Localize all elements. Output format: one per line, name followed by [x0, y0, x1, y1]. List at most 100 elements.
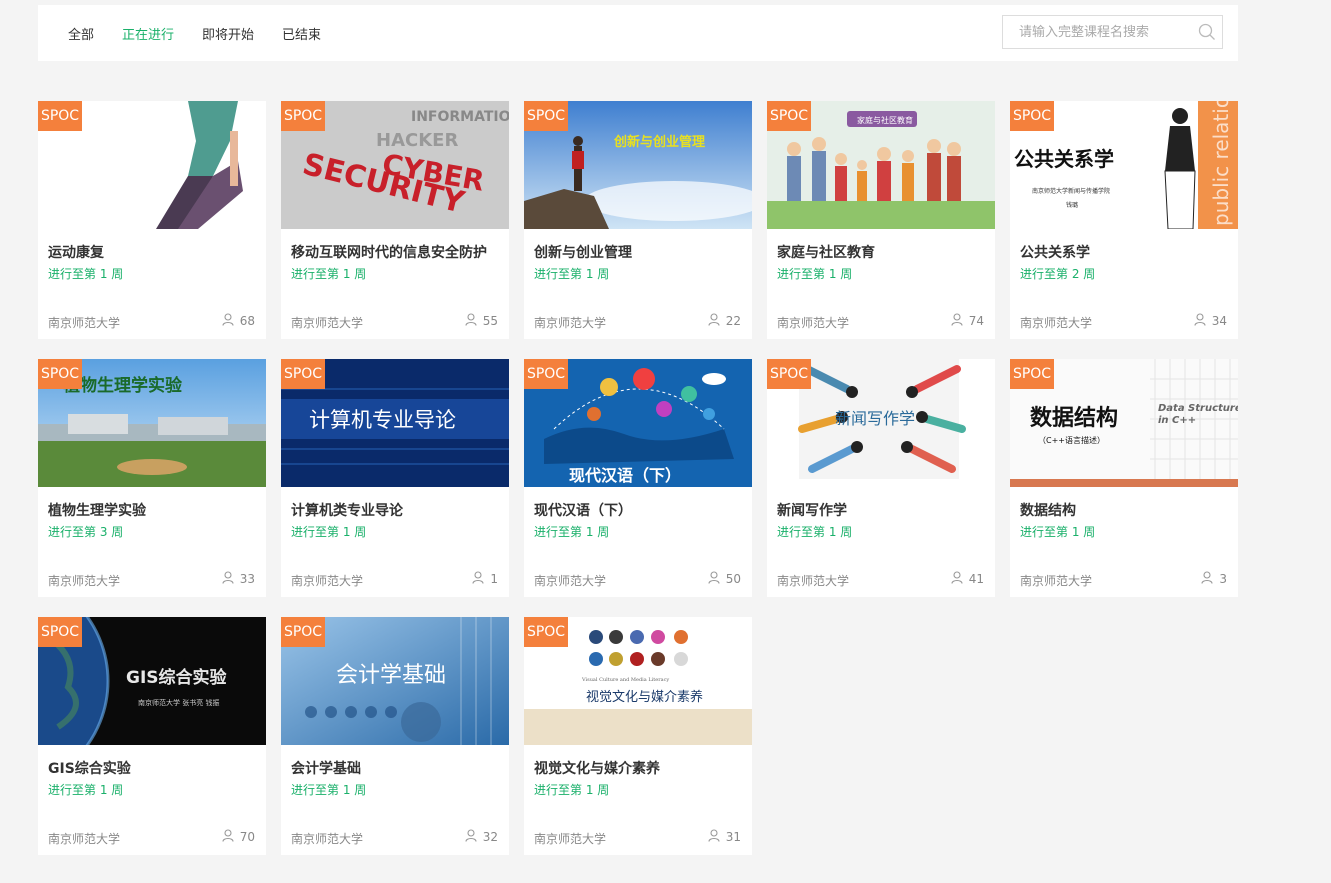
course-card[interactable]: GIS综合实验 南京师范大学 张书亮 钱振 SPOC GIS综合实验 进行至第 … [38, 617, 266, 855]
enrollment-count-value: 3 [1219, 572, 1227, 586]
course-progress: 进行至第 2 周 [1020, 267, 1096, 281]
course-school: 南京师范大学 [291, 574, 364, 588]
spoc-badge: SPOC [524, 617, 568, 647]
course-progress: 进行至第 1 周 [291, 267, 367, 281]
search-icon[interactable] [1192, 23, 1222, 41]
spoc-badge: SPOC [1010, 359, 1054, 389]
enrollment-count-value: 34 [1211, 314, 1227, 328]
user-icon [708, 571, 720, 587]
course-school: 南京师范大学 [534, 574, 607, 588]
user-icon [708, 313, 720, 329]
course-school: 南京师范大学 [534, 832, 607, 846]
thumb-text: INFORMATION [411, 109, 509, 125]
spoc-badge: SPOC [524, 359, 568, 389]
course-title[interactable]: 运动康复 [48, 242, 104, 262]
thumb-text: in C++ [1158, 415, 1196, 426]
enrollment-count: 68 [222, 313, 255, 329]
thumb-text: public relation [1209, 101, 1233, 226]
thumb-text: Data Structures [1158, 403, 1238, 414]
thumb-text: 计算机专业导论 [309, 408, 456, 432]
enrollment-count-value: 31 [725, 830, 741, 844]
course-progress: 进行至第 1 周 [48, 267, 124, 281]
thumb-text: 视觉文化与媒介素养 [586, 689, 703, 705]
course-card[interactable]: 植物生理学实验 SPOC 植物生理学实验 进行至第 3 周 南京师范大学 33 [38, 359, 266, 597]
course-title[interactable]: 数据结构 [1020, 500, 1076, 520]
user-icon [222, 571, 234, 587]
course-card[interactable]: 新闻写作学 SPOC 新闻写作学 进行至第 1 周 南京师范大学 41 [767, 359, 995, 597]
course-title[interactable]: 植物生理学实验 [48, 500, 146, 520]
course-title[interactable]: 移动互联网时代的信息安全防护 [291, 242, 487, 262]
enrollment-count-value: 50 [725, 572, 741, 586]
course-card[interactable]: 创新与创业管理 SPOC 创新与创业管理 进行至第 1 周 南京师范大学 22 [524, 101, 752, 339]
spoc-badge: SPOC [281, 617, 325, 647]
tab-ongoing[interactable]: 正在进行 [122, 24, 174, 43]
course-title[interactable]: 会计学基础 [291, 758, 361, 778]
thumb-text: 公共关系学 [1014, 147, 1114, 171]
enrollment-count: 70 [222, 829, 255, 845]
thumb-text: GIS综合实验 [126, 667, 228, 688]
thumb-text: 钱璐 [1066, 201, 1078, 209]
enrollment-count: 1 [472, 571, 498, 587]
user-icon [465, 829, 477, 845]
enrollment-count: 74 [951, 313, 984, 329]
enrollment-count-value: 70 [239, 830, 255, 844]
user-icon [222, 829, 234, 845]
tab-ended[interactable]: 已结束 [282, 24, 321, 43]
thumb-text: 会计学基础 [336, 663, 446, 688]
course-title[interactable]: 家庭与社区教育 [777, 242, 875, 262]
search-input[interactable] [1003, 17, 1192, 47]
spoc-badge: SPOC [38, 359, 82, 389]
course-school: 南京师范大学 [48, 832, 121, 846]
user-icon [708, 829, 720, 845]
course-card[interactable]: 现代汉语（下） SPOC 现代汉语（下） 进行至第 1 周 南京师范大学 50 [524, 359, 752, 597]
course-progress: 进行至第 1 周 [777, 525, 853, 539]
filter-bar: 全部 正在进行 即将开始 已结束 [38, 5, 1238, 61]
tab-all[interactable]: 全部 [68, 24, 94, 43]
user-icon [472, 571, 484, 587]
spoc-badge: SPOC [524, 101, 568, 131]
course-school: 南京师范大学 [291, 832, 364, 846]
thumb-text: 创新与创业管理 [613, 134, 705, 150]
enrollment-count-value: 33 [239, 572, 255, 586]
course-title[interactable]: 公共关系学 [1020, 242, 1090, 262]
thumb-text: 现代汉语（下） [569, 466, 681, 485]
course-progress: 进行至第 1 周 [1020, 525, 1096, 539]
thumb-text: 南京师范大学新闻与传播学院 [1032, 187, 1110, 195]
user-icon [1194, 313, 1206, 329]
course-school: 南京师范大学 [48, 574, 121, 588]
course-title[interactable]: 新闻写作学 [777, 500, 847, 520]
enrollment-count-value: 22 [725, 314, 741, 328]
enrollment-count: 41 [951, 571, 984, 587]
enrollment-count: 50 [708, 571, 741, 587]
thumb-text: 数据结构 [1030, 405, 1118, 431]
enrollment-count: 3 [1201, 571, 1227, 587]
tab-upcoming[interactable]: 即将开始 [202, 24, 254, 43]
course-card[interactable]: SPOC 运动康复 进行至第 1 周 南京师范大学 68 [38, 101, 266, 339]
user-icon [951, 313, 963, 329]
spoc-badge: SPOC [281, 101, 325, 131]
spoc-badge: SPOC [281, 359, 325, 389]
course-card[interactable]: 家庭与社区教育 SPOC 家庭与社区教育 进行至第 1 周 南京师范大学 74 [767, 101, 995, 339]
course-card[interactable]: 数据结构 （C++语言描述） Data Structures in C++ SP… [1010, 359, 1238, 597]
course-school: 南京师范大学 [48, 316, 121, 330]
course-title[interactable]: GIS综合实验 [48, 758, 131, 778]
course-title[interactable]: 现代汉语（下） [534, 500, 632, 520]
course-card[interactable]: 计算机专业导论 SPOC 计算机类专业导论 进行至第 1 周 南京师范大学 1 [281, 359, 509, 597]
enrollment-count: 32 [465, 829, 498, 845]
thumb-text: 南京师范大学 张书亮 钱振 [138, 698, 219, 707]
course-card[interactable]: 会计学基础 SPOC 会计学基础 进行至第 1 周 南京师范大学 32 [281, 617, 509, 855]
search-box [1002, 15, 1223, 49]
course-progress: 进行至第 3 周 [48, 525, 124, 539]
course-title[interactable]: 视觉文化与媒介素养 [534, 758, 660, 778]
course-progress: 进行至第 1 周 [534, 525, 610, 539]
enrollment-count-value: 32 [482, 830, 498, 844]
course-card[interactable]: INFORMATION HACKER CYBER SECURITY SPOC 移… [281, 101, 509, 339]
course-card[interactable]: Visual Culture and Media Literacy 视觉文化与媒… [524, 617, 752, 855]
course-title[interactable]: 创新与创业管理 [534, 242, 632, 262]
course-school: 南京师范大学 [291, 316, 364, 330]
course-progress: 进行至第 1 周 [777, 267, 853, 281]
course-card[interactable]: public relation 公共关系学 南京师范大学新闻与传播学院 钱璐 S… [1010, 101, 1238, 339]
thumb-text: Visual Culture and Media Literacy [581, 677, 669, 683]
user-icon [465, 313, 477, 329]
course-title[interactable]: 计算机类专业导论 [291, 500, 403, 520]
